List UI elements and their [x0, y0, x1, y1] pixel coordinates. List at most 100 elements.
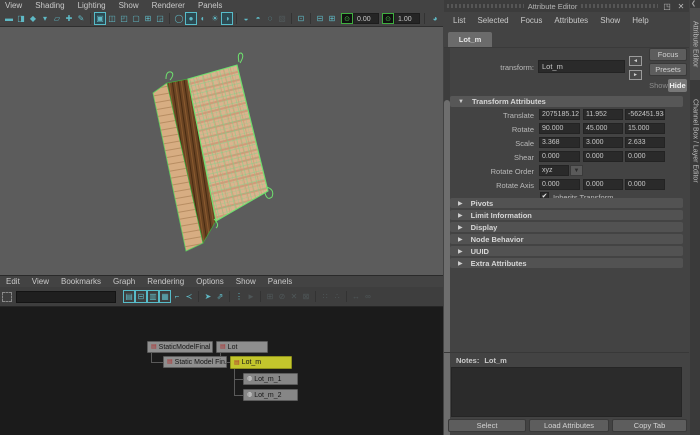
node-editor-menu-item[interactable]: Show	[236, 277, 256, 287]
node-editor-menu-item[interactable]: Edit	[6, 277, 20, 287]
xray-icon[interactable]: ◌	[264, 12, 276, 25]
load-attributes-button[interactable]: Load Attributes	[529, 419, 609, 432]
node-editor-menu-item[interactable]: Bookmarks	[61, 277, 101, 287]
translate-y-field[interactable]: 11.952	[583, 109, 623, 120]
clapboard-icon[interactable]: ▬	[3, 12, 15, 25]
bookmark-icon[interactable]: ▾	[39, 12, 51, 25]
viewport-menu-item[interactable]: Panels	[198, 1, 222, 11]
node-editor-menu-item[interactable]: Graph	[113, 277, 135, 287]
four-pane-icon[interactable]: ◰	[118, 12, 130, 25]
hypershade-pane-icon[interactable]: ◲	[154, 12, 166, 25]
section-uuid[interactable]: ▶ UUID	[450, 246, 683, 256]
presets-button[interactable]: Presets	[649, 63, 687, 76]
notes-textarea[interactable]	[451, 367, 682, 417]
copy-tab-button[interactable]: Copy Tab	[612, 419, 687, 432]
section-transform-attributes[interactable]: ▼ Transform Attributes	[450, 96, 683, 107]
tab-lot-m[interactable]: Lot_m	[448, 32, 492, 47]
rotate-y-field[interactable]: 45.000	[583, 123, 623, 134]
simple-node-view-icon[interactable]: ▤	[123, 290, 135, 303]
shaded-icon[interactable]: ●	[185, 12, 197, 25]
attribute-editor-menu-item[interactable]: Attributes	[554, 16, 588, 26]
viewport-menu-item[interactable]: Lighting	[78, 1, 106, 11]
attribute-editor-menu-item[interactable]: Focus	[521, 16, 543, 26]
single-pane-icon[interactable]: ▣	[94, 12, 106, 25]
focus-button[interactable]: Focus	[649, 48, 687, 61]
ambient-occlusion-icon[interactable]: ◒	[240, 12, 252, 25]
2d-pan-zoom-icon[interactable]: ✚	[63, 12, 75, 25]
close-panel-icon[interactable]: ✕	[676, 2, 686, 11]
pin-right-icon[interactable]: ►	[629, 70, 642, 80]
scale-z-field[interactable]: 2.633	[625, 137, 665, 148]
section-node-behavior[interactable]: ▶ Node Behavior	[450, 234, 683, 244]
scrollbar-thumb[interactable]	[444, 100, 450, 435]
full-node-view-icon[interactable]: ▥	[147, 290, 159, 303]
gamma-control[interactable]: ⊙ 1.00	[382, 13, 420, 24]
snapshot-icon[interactable]: ⊞	[326, 12, 338, 25]
pane-layout-icon[interactable]: ▢	[130, 12, 142, 25]
isolate-select-icon[interactable]: ⊡	[295, 12, 307, 25]
field-pop-icon[interactable]: ⊟	[314, 12, 326, 25]
attribute-editor-menu-item[interactable]: List	[453, 16, 465, 26]
select-tool-icon[interactable]: ➤	[202, 290, 214, 303]
node-editor-menu-item[interactable]: View	[32, 277, 49, 287]
node-lot[interactable]: ▤ Lot	[216, 341, 268, 353]
translate-x-field[interactable]: 2075185.125	[539, 109, 580, 120]
transform-name-input[interactable]	[538, 60, 625, 73]
node-search-input[interactable]	[16, 291, 116, 303]
select-button[interactable]: Select	[448, 419, 526, 432]
all-lights-icon[interactable]: ☀	[209, 12, 221, 25]
node-lot-m-2[interactable]: ◍ Lot_m_2	[243, 389, 298, 401]
attribute-editor-menu-item[interactable]: Selected	[477, 16, 508, 26]
viewport-menu-item[interactable]: Shading	[35, 1, 64, 11]
attribute-editor-menu-item[interactable]: Help	[632, 16, 648, 26]
color-management-icon[interactable]: ◕	[429, 12, 441, 25]
section-display[interactable]: ▶ Display	[450, 222, 683, 232]
scale-y-field[interactable]: 3.000	[583, 137, 623, 148]
node-graph[interactable]: ▤ StaticModelFinal ▤ Static Model Fin...…	[0, 307, 443, 435]
rotate-z-field[interactable]: 15.000	[625, 123, 665, 134]
shear-z-field[interactable]: 0.000	[625, 151, 665, 162]
wireframe-icon[interactable]: ◯	[173, 12, 185, 25]
shadows-icon[interactable]: ◑	[221, 12, 233, 25]
node-static-model-fin[interactable]: ▤ Static Model Fin...	[163, 356, 227, 368]
section-extra-attributes[interactable]: ▶ Extra Attributes	[450, 258, 683, 268]
sidebar-tab-attribute-editor[interactable]: Attribute Editor	[690, 8, 700, 80]
section-pivots[interactable]: ▶ Pivots	[450, 198, 683, 208]
shear-y-field[interactable]: 0.000	[583, 151, 623, 162]
attribute-editor-menu-item[interactable]: Show	[600, 16, 620, 26]
pin-left-icon[interactable]: ◄	[629, 56, 642, 66]
rotate-order-dropdown-icon[interactable]: ▼	[570, 165, 583, 176]
node-lot-m-1[interactable]: ◍ Lot_m_1	[243, 373, 298, 385]
rotate-order-value[interactable]: xyz	[539, 165, 569, 176]
rotate-x-field[interactable]: 90.000	[539, 123, 580, 134]
node-editor-menu-item[interactable]: Rendering	[147, 277, 184, 287]
outliner-pane-icon[interactable]: ⊞	[142, 12, 154, 25]
shape-node-display-icon[interactable]: ≺	[183, 290, 195, 303]
node-editor-menu-item[interactable]: Options	[196, 277, 224, 287]
frame-all-icon[interactable]	[2, 292, 12, 302]
image-plane-icon[interactable]: ▱	[51, 12, 63, 25]
translate-z-field[interactable]: -562451.938	[625, 109, 665, 120]
connected-node-view-icon[interactable]: ⊟	[135, 290, 147, 303]
exposure-value[interactable]: 0.00	[353, 13, 379, 24]
select-slash-icon[interactable]: ⇗	[214, 290, 226, 303]
motion-blur-icon[interactable]: ◓	[252, 12, 264, 25]
hide-button[interactable]: Hide	[668, 79, 687, 92]
section-limit-information[interactable]: ▶ Limit Information	[450, 210, 683, 220]
custom-node-view-icon[interactable]: ▦	[159, 290, 171, 303]
node-lot-m[interactable]: ▤ Lot_m	[230, 356, 292, 369]
viewport-menu-item[interactable]: Show	[119, 1, 139, 11]
collapse-panel-icon[interactable]: ❮	[691, 0, 696, 7]
camera-attributes-icon[interactable]: ◆	[27, 12, 39, 25]
3d-viewport[interactable]	[0, 27, 443, 275]
show-button[interactable]: Show	[649, 79, 668, 92]
rotate-axis-y-field[interactable]: 0.000	[583, 179, 623, 190]
rotate-axis-x-field[interactable]: 0.000	[539, 179, 580, 190]
grease-pencil-icon[interactable]: ✎	[75, 12, 87, 25]
viewport-menu-item[interactable]: View	[5, 1, 22, 11]
layout-graph-icon[interactable]: ⋮	[233, 290, 245, 303]
node-static-model-final[interactable]: ▤ StaticModelFinal	[147, 341, 213, 353]
exposure-control[interactable]: ⊙ 0.00	[341, 13, 379, 24]
gamma-value[interactable]: 1.00	[394, 13, 420, 24]
connection-style-icon[interactable]: ⌐	[171, 290, 183, 303]
